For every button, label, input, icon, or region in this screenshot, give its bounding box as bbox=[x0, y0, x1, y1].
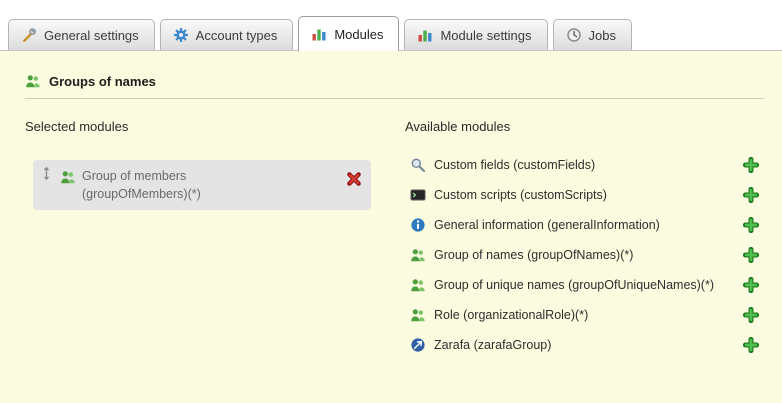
selected-module-label: Group of members (groupOfMembers)(*) bbox=[82, 165, 247, 203]
available-module-row: Custom fields (customFields) bbox=[405, 150, 764, 180]
available-module-label: Group of names (groupOfNames)(*) bbox=[434, 248, 633, 262]
terminal-icon bbox=[410, 187, 426, 203]
tab-label: Module settings bbox=[440, 28, 531, 43]
modules-icon bbox=[311, 26, 327, 42]
drag-handle-icon[interactable] bbox=[39, 166, 54, 181]
group-icon bbox=[410, 277, 426, 293]
tab-jobs[interactable]: Jobs bbox=[553, 19, 632, 50]
available-module-row: Zarafa (zarafaGroup) bbox=[405, 330, 764, 360]
available-module-row: General information (generalInformation) bbox=[405, 210, 764, 240]
available-module-label: Role (organizationalRole)(*) bbox=[434, 308, 588, 322]
section-header: Groups of names bbox=[25, 73, 764, 89]
add-module-icon[interactable] bbox=[743, 157, 759, 173]
add-module-icon[interactable] bbox=[743, 247, 759, 263]
info-icon bbox=[410, 217, 426, 233]
wrench-icon bbox=[21, 27, 37, 43]
available-module-row: Group of unique names (groupOfUniqueName… bbox=[405, 270, 764, 300]
tab-label: General settings bbox=[44, 28, 139, 43]
tab-modules[interactable]: Modules bbox=[298, 16, 399, 51]
page-title: Groups of names bbox=[49, 74, 156, 89]
add-module-icon[interactable] bbox=[743, 187, 759, 203]
modules-tab-panel: Groups of names Selected modules bbox=[0, 51, 782, 403]
available-module-row: Role (organizationalRole)(*) bbox=[405, 300, 764, 330]
zarafa-icon bbox=[410, 337, 426, 353]
tab-bar: General settings Account types bbox=[0, 0, 782, 51]
module-settings-icon bbox=[417, 27, 433, 43]
tab-label: Account types bbox=[196, 28, 278, 43]
group-icon bbox=[60, 169, 76, 185]
available-module-label: Custom fields (customFields) bbox=[434, 158, 595, 172]
available-modules-list: Custom fields (customFields) bbox=[405, 150, 764, 360]
available-module-label: Zarafa (zarafaGroup) bbox=[434, 338, 551, 352]
add-module-icon[interactable] bbox=[743, 277, 759, 293]
available-module-label: General information (generalInformation) bbox=[434, 218, 660, 232]
available-modules-column: Available modules Custom fields (customF… bbox=[405, 115, 764, 360]
group-icon bbox=[25, 73, 41, 89]
add-module-icon[interactable] bbox=[743, 217, 759, 233]
gear-icon bbox=[173, 27, 189, 43]
available-module-row: Group of names (groupOfNames)(*) bbox=[405, 240, 764, 270]
available-module-label: Group of unique names (groupOfUniqueName… bbox=[434, 278, 714, 292]
lam-configuration-window: General settings Account types bbox=[0, 0, 782, 403]
selected-modules-heading: Selected modules bbox=[25, 115, 395, 138]
tab-general-settings[interactable]: General settings bbox=[8, 19, 155, 50]
group-icon bbox=[410, 307, 426, 323]
magnifier-icon bbox=[410, 157, 426, 173]
add-module-icon[interactable] bbox=[743, 337, 759, 353]
tab-label: Modules bbox=[334, 27, 383, 42]
group-icon bbox=[410, 247, 426, 263]
clock-icon bbox=[566, 27, 582, 43]
tab-label: Jobs bbox=[589, 28, 616, 43]
tab-account-types[interactable]: Account types bbox=[160, 19, 294, 50]
available-module-label: Custom scripts (customScripts) bbox=[434, 188, 607, 202]
add-module-icon[interactable] bbox=[743, 307, 759, 323]
tab-module-settings[interactable]: Module settings bbox=[404, 19, 547, 50]
selected-module-row[interactable]: Group of members (groupOfMembers)(*) bbox=[33, 160, 371, 210]
remove-module-icon[interactable] bbox=[346, 171, 362, 187]
available-modules-heading: Available modules bbox=[405, 115, 764, 138]
available-module-row: Custom scripts (customScripts) bbox=[405, 180, 764, 210]
selected-modules-column: Selected modules Group of members (group… bbox=[25, 115, 395, 360]
divider bbox=[25, 98, 764, 99]
